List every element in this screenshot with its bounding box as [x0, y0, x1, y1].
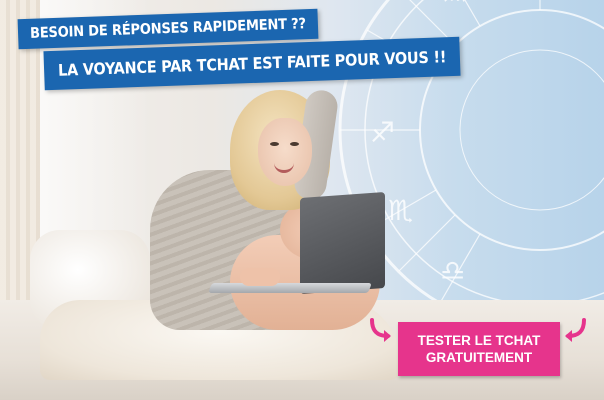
svg-text:♎: ♎: [440, 254, 465, 287]
headline-question-text: BESOIN DE RÉPONSES RAPIDEMENT ??: [29, 16, 307, 42]
laptop-lid: [300, 192, 385, 294]
test-chat-free-button[interactable]: TESTER LE TCHAT GRATUITEMENT: [398, 322, 560, 376]
left-eye: [270, 142, 279, 146]
svg-text:♏: ♏: [388, 194, 413, 227]
svg-text:♐: ♐: [370, 116, 395, 149]
laptop-base: [208, 283, 372, 293]
woman-hand: [240, 268, 280, 286]
curved-arrow-right-icon: [565, 318, 586, 342]
right-eye: [290, 142, 299, 146]
svg-text:♒: ♒: [442, 0, 467, 13]
woman-face: [258, 118, 312, 186]
cta-line-2: GRATUITEMENT: [425, 350, 533, 365]
headline-offer-text: LA VOYANCE PAR TCHAT EST FAITE POUR VOUS…: [57, 47, 447, 80]
cta-line-1: TESTER LE TCHAT: [417, 333, 541, 348]
curved-arrow-left-icon: [370, 318, 391, 342]
